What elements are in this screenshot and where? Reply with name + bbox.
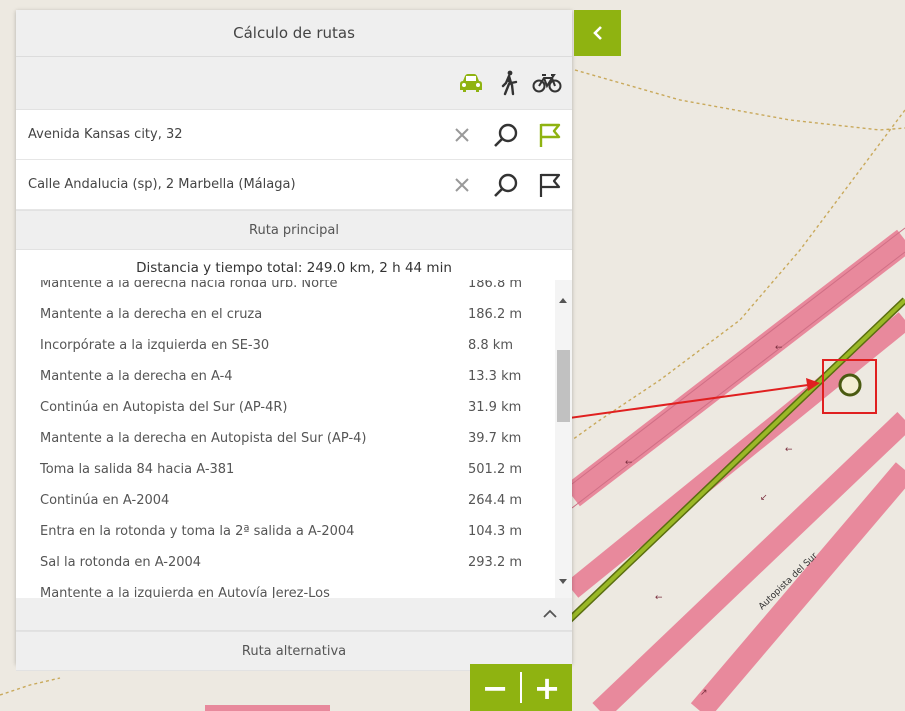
clear-origin-button[interactable] bbox=[440, 113, 484, 157]
step-row[interactable]: Incorpórate a la izquierda en SE-30 8.8 k… bbox=[16, 330, 546, 361]
svg-text:←: ← bbox=[625, 458, 633, 468]
close-icon bbox=[455, 127, 469, 142]
zoom-out-button[interactable]: − bbox=[470, 664, 520, 711]
svg-text:←: ← bbox=[775, 343, 783, 353]
search-origin-button[interactable] bbox=[484, 113, 528, 157]
step-distance: 31.9 km bbox=[468, 400, 522, 415]
search-destination-button[interactable] bbox=[484, 163, 528, 207]
zoom-in-button[interactable]: + bbox=[522, 664, 572, 711]
step-instruction: Mantente a la derecha en el cruza bbox=[40, 307, 263, 322]
step-row[interactable]: Mantente a la derecha hacia ronda urb. N… bbox=[16, 280, 546, 299]
step-instruction: Toma la salida 84 hacia A-381 bbox=[40, 462, 235, 477]
clear-destination-button[interactable] bbox=[440, 163, 484, 207]
origin-input[interactable]: Avenida Kansas city, 32 bbox=[16, 127, 440, 142]
flag-icon bbox=[539, 173, 561, 197]
step-distance: 8.8 km bbox=[468, 338, 513, 353]
step-row[interactable]: Continúa en Autopista del Sur (AP-4R) 31.… bbox=[16, 392, 546, 423]
step-instruction: Sal la rotonda en A-2004 bbox=[40, 555, 202, 570]
origin-field: Avenida Kansas city, 32 bbox=[16, 110, 572, 160]
panel-title: Cálculo de rutas bbox=[16, 10, 572, 57]
step-instruction: Mantente a la derecha en Autopista del S… bbox=[40, 431, 367, 446]
origin-flag-button[interactable] bbox=[528, 113, 572, 157]
zoom-controls: − + bbox=[470, 664, 572, 711]
step-distance: 293.2 m bbox=[468, 555, 523, 570]
mode-walk-button[interactable] bbox=[490, 64, 528, 102]
step-row[interactable]: Sal la rotonda en A-2004 293.2 m bbox=[16, 547, 546, 578]
step-distance: 264.4 m bbox=[468, 493, 523, 508]
search-icon bbox=[494, 173, 518, 197]
step-instruction: Entra en la rotonda y toma la 2ª salida … bbox=[40, 524, 355, 539]
route-totals: Distancia y tiempo total: 249.0 km, 2 h … bbox=[16, 250, 572, 280]
step-distance: 186.8 m bbox=[468, 280, 523, 291]
transport-modes bbox=[16, 57, 572, 110]
step-distance: 104.3 m bbox=[468, 524, 523, 539]
svg-text:←: ← bbox=[785, 445, 793, 455]
steps-list[interactable]: Mantente a la derecha hacia ronda urb. N… bbox=[16, 280, 572, 598]
step-distance: 186.2 m bbox=[468, 307, 523, 322]
destination-field: Calle Andalucia (sp), 2 Marbella (Málaga… bbox=[16, 160, 572, 210]
svg-text:↗: ↗ bbox=[700, 688, 708, 698]
collapse-row bbox=[16, 598, 572, 631]
step-row[interactable]: Mantente a la derecha en A-4 13.3 km bbox=[16, 361, 546, 392]
bike-icon bbox=[532, 74, 562, 93]
close-icon bbox=[455, 177, 469, 192]
chevron-up-icon[interactable] bbox=[542, 609, 558, 619]
step-row[interactable]: Mantente a la derecha en el cruza 186.2 m bbox=[16, 299, 546, 330]
step-distance: 13.3 km bbox=[468, 369, 522, 384]
scrollbar[interactable] bbox=[555, 280, 572, 598]
step-instruction: Mantente a la derecha en A-4 bbox=[40, 369, 233, 384]
scrollbar-thumb[interactable] bbox=[557, 350, 570, 422]
scroll-up-icon[interactable] bbox=[559, 298, 567, 303]
flag-icon bbox=[539, 123, 561, 147]
walk-icon bbox=[501, 70, 518, 96]
chevron-left-icon bbox=[592, 26, 602, 40]
main-route-tab[interactable]: Ruta principal bbox=[16, 210, 572, 250]
step-instruction: Continúa en Autopista del Sur (AP-4R) bbox=[40, 400, 288, 415]
step-instruction: Continúa en A-2004 bbox=[40, 493, 170, 508]
step-distance: 39.7 km bbox=[468, 431, 522, 446]
step-row[interactable]: Entra en la rotonda y toma la 2ª salida … bbox=[16, 516, 546, 547]
search-icon bbox=[494, 123, 518, 147]
step-row[interactable]: Toma la salida 84 hacia A-381 501.2 m bbox=[16, 454, 546, 485]
mode-bike-button[interactable] bbox=[528, 64, 566, 102]
mode-car-button[interactable] bbox=[452, 64, 490, 102]
svg-text:←: ← bbox=[655, 593, 663, 603]
destination-flag-button[interactable] bbox=[528, 163, 572, 207]
step-instruction: Incorpórate a la izquierda en SE-30 bbox=[40, 338, 270, 353]
step-row[interactable]: Mantente a la izquierda en Autovía Jerez… bbox=[16, 578, 546, 598]
destination-input[interactable]: Calle Andalucia (sp), 2 Marbella (Málaga… bbox=[16, 177, 440, 192]
svg-text:↙: ↙ bbox=[760, 493, 768, 503]
route-point-marker bbox=[838, 373, 862, 397]
car-icon bbox=[460, 74, 482, 92]
step-instruction: Mantente a la derecha hacia ronda urb. N… bbox=[40, 280, 338, 291]
collapse-panel-button[interactable] bbox=[574, 10, 621, 56]
route-panel: Cálculo de rutas Avenida Kansas city, 32… bbox=[16, 10, 572, 671]
step-row[interactable]: Continúa en A-2004 264.4 m bbox=[16, 485, 546, 516]
step-distance: 501.2 m bbox=[468, 462, 523, 477]
scroll-down-icon[interactable] bbox=[559, 579, 567, 584]
step-instruction: Mantente a la izquierda en Autovía Jerez… bbox=[40, 586, 330, 598]
step-row[interactable]: Mantente a la derecha en Autopista del S… bbox=[16, 423, 546, 454]
